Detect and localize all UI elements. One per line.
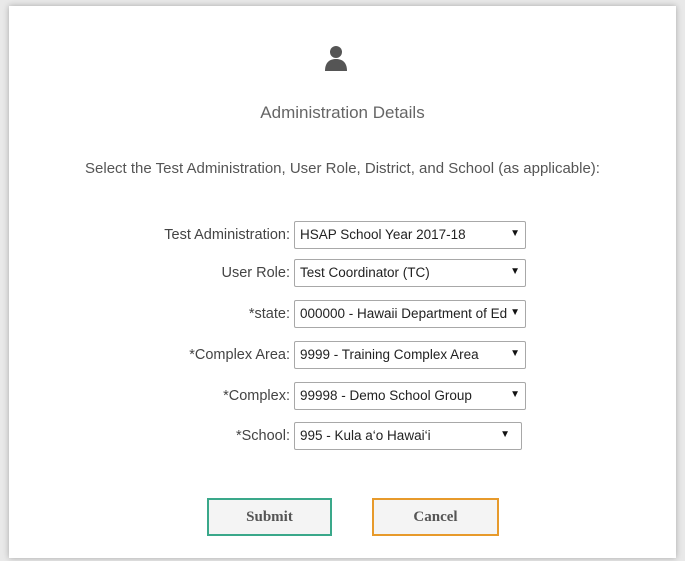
- school-row: *School: 995 - Kula a‘o Hawai‘i ▼: [0, 422, 685, 452]
- complex-area-label: *Complex Area:: [189, 347, 290, 363]
- test-administration-select[interactable]: HSAP School Year 2017-18 ▼: [294, 221, 526, 249]
- state-value: 000000 - Hawaii Department of Education: [300, 306, 507, 321]
- dropdown-arrow-icon: ▼: [510, 266, 520, 277]
- user-icon: [325, 46, 347, 71]
- complex-select[interactable]: 99998 - Demo School Group ▼: [294, 382, 526, 410]
- school-select[interactable]: 995 - Kula a‘o Hawai‘i ▼: [294, 422, 522, 450]
- complex-label: *Complex:: [223, 388, 290, 404]
- complex-row: *Complex: 99998 - Demo School Group ▼: [0, 382, 685, 412]
- complex-area-value: 9999 - Training Complex Area: [300, 347, 479, 362]
- dialog-title: Administration Details: [260, 103, 425, 122]
- complex-area-row: *Complex Area: 9999 - Training Complex A…: [0, 341, 685, 371]
- dropdown-arrow-icon: ▼: [500, 429, 510, 440]
- state-row: *state: 000000 - Hawaii Department of Ed…: [0, 300, 685, 330]
- test-administration-row: Test Administration: HSAP School Year 20…: [0, 221, 685, 251]
- user-role-value: Test Coordinator (TC): [300, 265, 430, 280]
- instructions-text: Select the Test Administration, User Rol…: [85, 160, 600, 177]
- dropdown-arrow-icon: ▼: [510, 307, 520, 318]
- dropdown-arrow-icon: ▼: [510, 228, 520, 239]
- dropdown-arrow-icon: ▼: [510, 348, 520, 359]
- state-label: *state:: [248, 306, 290, 322]
- user-role-label: User Role:: [221, 265, 291, 281]
- complex-area-select[interactable]: 9999 - Training Complex Area ▼: [294, 341, 526, 369]
- school-label: *School:: [235, 428, 290, 444]
- test-administration-value: HSAP School Year 2017-18: [300, 227, 466, 242]
- cancel-button[interactable]: Cancel: [372, 498, 499, 536]
- dropdown-arrow-icon: ▼: [510, 389, 520, 400]
- user-role-row: User Role: Test Coordinator (TC) ▼: [0, 259, 685, 289]
- submit-button[interactable]: Submit: [207, 498, 332, 536]
- state-select[interactable]: 000000 - Hawaii Department of Education …: [294, 300, 526, 328]
- complex-value: 99998 - Demo School Group: [300, 388, 472, 403]
- user-role-select[interactable]: Test Coordinator (TC) ▼: [294, 259, 526, 287]
- test-administration-label: Test Administration:: [164, 227, 290, 243]
- school-value: 995 - Kula a‘o Hawai‘i: [300, 428, 431, 443]
